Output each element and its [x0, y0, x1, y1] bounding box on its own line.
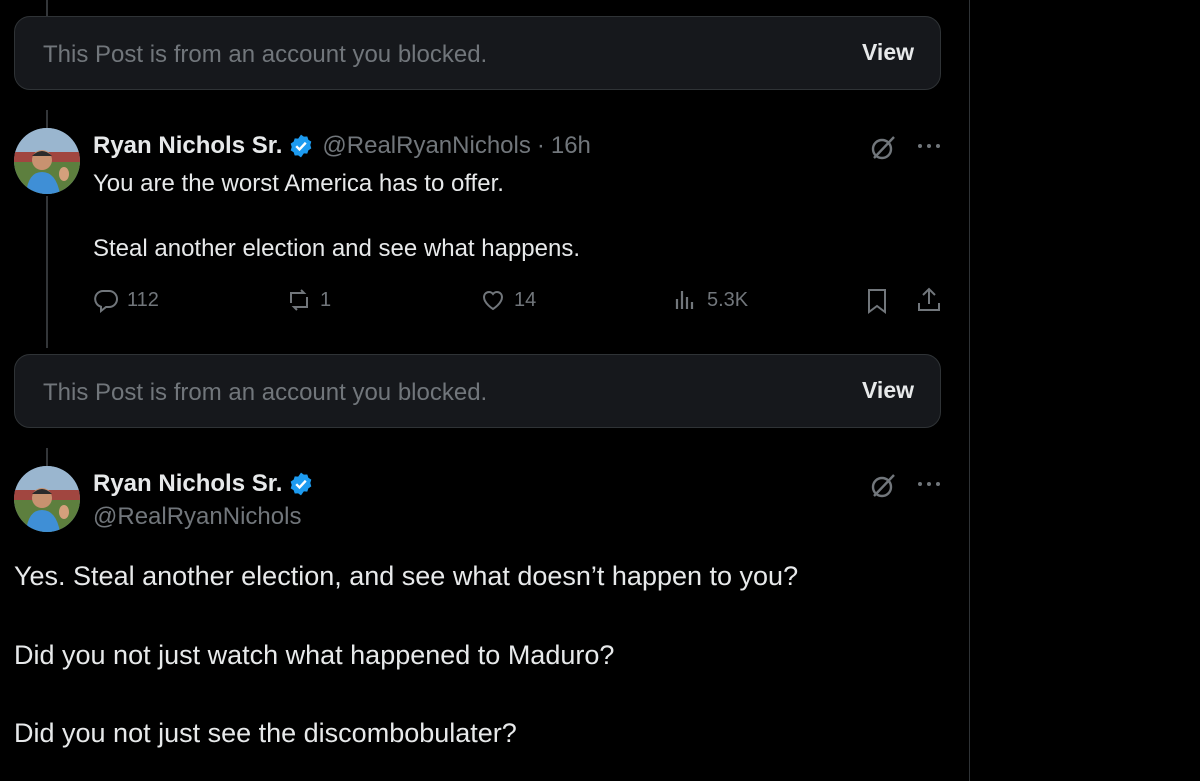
reply-icon	[94, 290, 118, 313]
verified-badge-icon	[291, 472, 312, 496]
reply-button[interactable]: 112	[93, 287, 159, 313]
grok-icon[interactable]	[869, 472, 897, 500]
bookmark-icon[interactable]	[863, 287, 891, 315]
display-name[interactable]: Ryan Nichols Sr.	[93, 132, 282, 160]
handle[interactable]: @RealRyanNichols	[93, 503, 301, 531]
handle[interactable]: @RealRyanNichols	[322, 132, 530, 160]
repost-icon	[290, 289, 308, 311]
timestamp[interactable]: 16h	[551, 132, 591, 160]
blocked-post-notice: This Post is from an account you blocked…	[14, 354, 941, 428]
thread-line	[46, 0, 48, 16]
main-post-header: Ryan Nichols Sr.	[93, 470, 314, 498]
display-name[interactable]: Ryan Nichols Sr.	[93, 470, 282, 498]
view-button[interactable]: View	[862, 39, 914, 66]
repost-button[interactable]: 1	[286, 287, 331, 313]
verified-badge-icon	[291, 134, 312, 158]
views-count: 5.3K	[707, 288, 749, 311]
post-text-line: Yes. Steal another election, and see wha…	[14, 561, 799, 591]
views-button[interactable]: 5.3K	[673, 287, 748, 313]
thread-line	[46, 448, 48, 466]
page: This Post is from an account you blocked…	[0, 0, 1200, 781]
view-button[interactable]: View	[862, 377, 914, 404]
column-divider	[969, 0, 970, 781]
blocked-notice-text: This Post is from an account you blocked…	[43, 41, 488, 68]
reply-header: Ryan Nichols Sr. @RealRyanNichols · 16h	[93, 132, 591, 160]
more-icon[interactable]	[915, 470, 943, 498]
grok-icon[interactable]	[869, 134, 897, 162]
avatar[interactable]	[14, 466, 80, 532]
post-text-line: You are the worst America has to offer.	[93, 170, 504, 197]
like-button[interactable]: 14	[480, 287, 536, 313]
thread-line	[46, 110, 48, 128]
repost-count: 1	[320, 288, 332, 311]
reply-count: 112	[127, 288, 159, 311]
like-count: 14	[514, 288, 537, 311]
post-text-line: Did you not just see the discombobulater…	[14, 718, 517, 748]
blocked-post-notice: This Post is from an account you blocked…	[14, 16, 941, 90]
avatar[interactable]	[14, 128, 80, 194]
like-icon	[482, 291, 504, 311]
separator: ·	[536, 132, 545, 159]
post-text-line: Did you not just watch what happened to …	[14, 640, 615, 670]
share-icon[interactable]	[915, 286, 943, 314]
blocked-notice-text: This Post is from an account you blocked…	[43, 379, 488, 406]
views-icon	[675, 291, 694, 309]
more-icon[interactable]	[915, 132, 943, 160]
thread-line	[46, 196, 48, 348]
post-text-line: Steal another election and see what happ…	[93, 235, 581, 262]
timeline-column: This Post is from an account you blocked…	[0, 0, 969, 781]
